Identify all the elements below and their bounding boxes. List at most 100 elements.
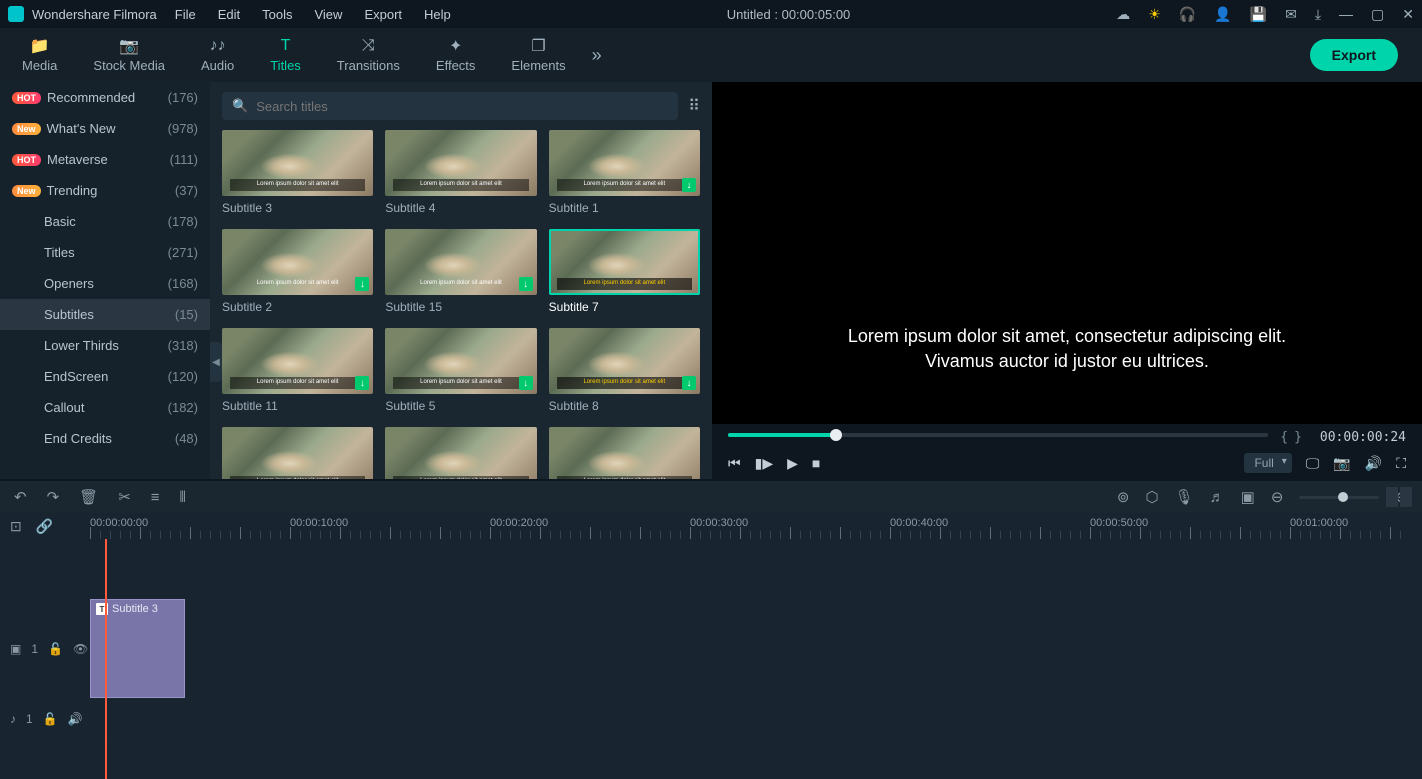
grid-view-icon[interactable]: ⠿: [688, 96, 700, 116]
tab-audio-label: Audio: [201, 58, 234, 73]
tab-stock-media[interactable]: 📷Stock Media: [75, 31, 183, 79]
menu-tools[interactable]: Tools: [252, 3, 302, 26]
sidebar-item-callout[interactable]: Callout(182): [0, 392, 210, 423]
zoom-knob[interactable]: [1338, 492, 1348, 502]
title-browser: 🔍 ⠿ Lorem ipsum dolor sit amet elitSubti…: [210, 82, 712, 479]
menu-view[interactable]: View: [304, 3, 352, 26]
playhead[interactable]: [105, 539, 107, 779]
sidebar-item-trending[interactable]: NewTrending(37): [0, 175, 210, 206]
sidebar-badge: [12, 407, 38, 409]
render-icon[interactable]: ⊚: [1117, 488, 1130, 506]
auto-ripple-icon[interactable]: ⊡: [10, 518, 22, 535]
sidebar-item-titles[interactable]: Titles(271): [0, 237, 210, 268]
snapshot-icon[interactable]: 📷: [1333, 455, 1350, 472]
audio-track-icon[interactable]: ♪: [10, 712, 16, 726]
link-icon[interactable]: 🔗: [36, 518, 53, 535]
title-thumbnail[interactable]: Lorem ipsum dolor sit amet elit↓Subtitle…: [549, 328, 700, 413]
zoom-slider[interactable]: [1299, 496, 1379, 499]
redo-icon[interactable]: ↷: [47, 488, 60, 506]
minimize-icon[interactable]: —: [1339, 6, 1353, 22]
title-thumbnail[interactable]: Lorem ipsum dolor sit amet elit: [549, 427, 700, 479]
mail-icon[interactable]: ✉: [1285, 6, 1297, 23]
tab-elements[interactable]: ❐Elements: [493, 31, 583, 79]
tab-titles[interactable]: TTitles: [252, 31, 319, 79]
prev-frame-icon[interactable]: ⏮: [728, 455, 741, 472]
close-icon[interactable]: ✕: [1402, 6, 1414, 23]
playback-quality-select[interactable]: Full: [1244, 453, 1291, 473]
maximize-icon[interactable]: ▢: [1371, 6, 1384, 23]
audio-track[interactable]: ♪ 1 🔓 🔊: [0, 699, 1422, 739]
zoom-out-icon[interactable]: ⊖: [1271, 488, 1284, 506]
tab-media[interactable]: 📁Media: [4, 31, 75, 79]
tab-transitions-label: Transitions: [337, 58, 400, 73]
title-thumbnail[interactable]: Lorem ipsum dolor sit amet elitSubtitle …: [222, 130, 373, 215]
sidebar-item-basic[interactable]: Basic(178): [0, 206, 210, 237]
tips-icon[interactable]: ☀: [1148, 6, 1161, 23]
sidebar-item-end-credits[interactable]: End Credits(48): [0, 423, 210, 454]
volume-icon[interactable]: 🔊: [1365, 455, 1382, 472]
text-track-content[interactable]: T Subtitle 3: [90, 599, 1422, 698]
sidebar-item-endscreen[interactable]: EndScreen(120): [0, 361, 210, 392]
account-icon[interactable]: 👤: [1214, 6, 1231, 23]
title-thumbnail[interactable]: Lorem ipsum dolor sit amet elit↓Subtitle…: [222, 328, 373, 413]
step-back-icon[interactable]: ▮▶: [755, 455, 773, 472]
sidebar-item-metaverse[interactable]: HOTMetaverse(111): [0, 144, 210, 175]
stop-icon[interactable]: ■: [812, 455, 820, 471]
audio-track-content[interactable]: [90, 699, 1422, 738]
tab-audio[interactable]: ♪♪Audio: [183, 31, 252, 79]
crop-icon[interactable]: ▣: [1241, 488, 1255, 506]
sidebar-count: (48): [175, 431, 198, 446]
title-thumbnail[interactable]: Lorem ipsum dolor sit amet elit: [222, 427, 373, 479]
sidebar-item-what-s-new[interactable]: NewWhat's New(978): [0, 113, 210, 144]
text-track[interactable]: ▣ 1 🔓 👁 T Subtitle 3: [0, 599, 1422, 699]
tab-effects[interactable]: ✦Effects: [418, 31, 494, 79]
progress-knob[interactable]: [830, 429, 842, 441]
save-icon[interactable]: 💾: [1250, 6, 1267, 23]
menu-help[interactable]: Help: [414, 3, 461, 26]
text-track-icon[interactable]: ▣: [10, 642, 21, 656]
sidebar-item-openers[interactable]: Openers(168): [0, 268, 210, 299]
marker-icon[interactable]: ⬡: [1146, 488, 1159, 506]
mark-braces[interactable]: {}: [1280, 430, 1308, 445]
menu-file[interactable]: File: [165, 3, 206, 26]
search-input[interactable]: [256, 99, 668, 114]
title-thumbnail[interactable]: Lorem ipsum dolor sit amet elit↓Subtitle…: [385, 229, 536, 314]
waveform-icon[interactable]: ⫴: [180, 489, 186, 506]
play-icon[interactable]: ▶: [787, 455, 798, 472]
menu-edit[interactable]: Edit: [208, 3, 250, 26]
timeline-ruler[interactable]: ⊡ 🔗 00:00:00:00 00:00:10:00 00:00:20:00 …: [0, 513, 1422, 539]
mute-icon[interactable]: 🔊: [68, 712, 83, 726]
display-icon[interactable]: 🖵: [1306, 455, 1320, 472]
cloud-icon[interactable]: ☁: [1116, 6, 1130, 23]
title-thumbnail[interactable]: Lorem ipsum dolor sit amet elit: [385, 427, 536, 479]
undo-icon[interactable]: ↶: [14, 488, 27, 506]
sidebar-item-recommended[interactable]: HOTRecommended(176): [0, 82, 210, 113]
support-icon[interactable]: 🎧: [1179, 6, 1196, 23]
visibility-icon[interactable]: 👁: [73, 642, 88, 656]
title-thumbnail[interactable]: Lorem ipsum dolor sit amet elitSubtitle …: [549, 229, 700, 314]
split-icon[interactable]: ✂: [118, 488, 131, 506]
download-icon[interactable]: ⤓: [1315, 6, 1321, 23]
audio-mixer-icon[interactable]: ♬: [1210, 489, 1225, 506]
video-preview[interactable]: Lorem ipsum dolor sit amet, consectetur …: [712, 82, 1422, 424]
lock-icon[interactable]: 🔓: [48, 642, 63, 656]
sidebar-item-lower-thirds[interactable]: Lower Thirds(318): [0, 330, 210, 361]
menu-export[interactable]: Export: [354, 3, 412, 26]
tab-transitions[interactable]: ⤨Transitions: [319, 31, 418, 79]
delete-icon[interactable]: 🗑: [79, 488, 98, 506]
tab-stock-label: Stock Media: [93, 58, 165, 73]
collapse-sidebar-icon[interactable]: ◀: [210, 342, 222, 382]
progress-slider[interactable]: [728, 433, 1268, 437]
title-thumbnail[interactable]: Lorem ipsum dolor sit amet elit↓Subtitle…: [385, 328, 536, 413]
fullscreen-icon[interactable]: ⛶: [1396, 455, 1406, 472]
lock-icon[interactable]: 🔓: [43, 712, 58, 726]
sidebar-item-subtitles[interactable]: Subtitles(15): [0, 299, 210, 330]
export-button[interactable]: Export: [1310, 39, 1398, 71]
title-thumbnail[interactable]: Lorem ipsum dolor sit amet elitSubtitle …: [385, 130, 536, 215]
voiceover-icon[interactable]: 🎙: [1175, 488, 1194, 506]
title-thumbnail[interactable]: Lorem ipsum dolor sit amet elit↓Subtitle…: [549, 130, 700, 215]
more-tabs-icon[interactable]: »: [592, 45, 602, 66]
adjust-icon[interactable]: ≡: [151, 489, 160, 506]
search-box[interactable]: 🔍: [222, 92, 678, 120]
title-thumbnail[interactable]: Lorem ipsum dolor sit amet elit↓Subtitle…: [222, 229, 373, 314]
